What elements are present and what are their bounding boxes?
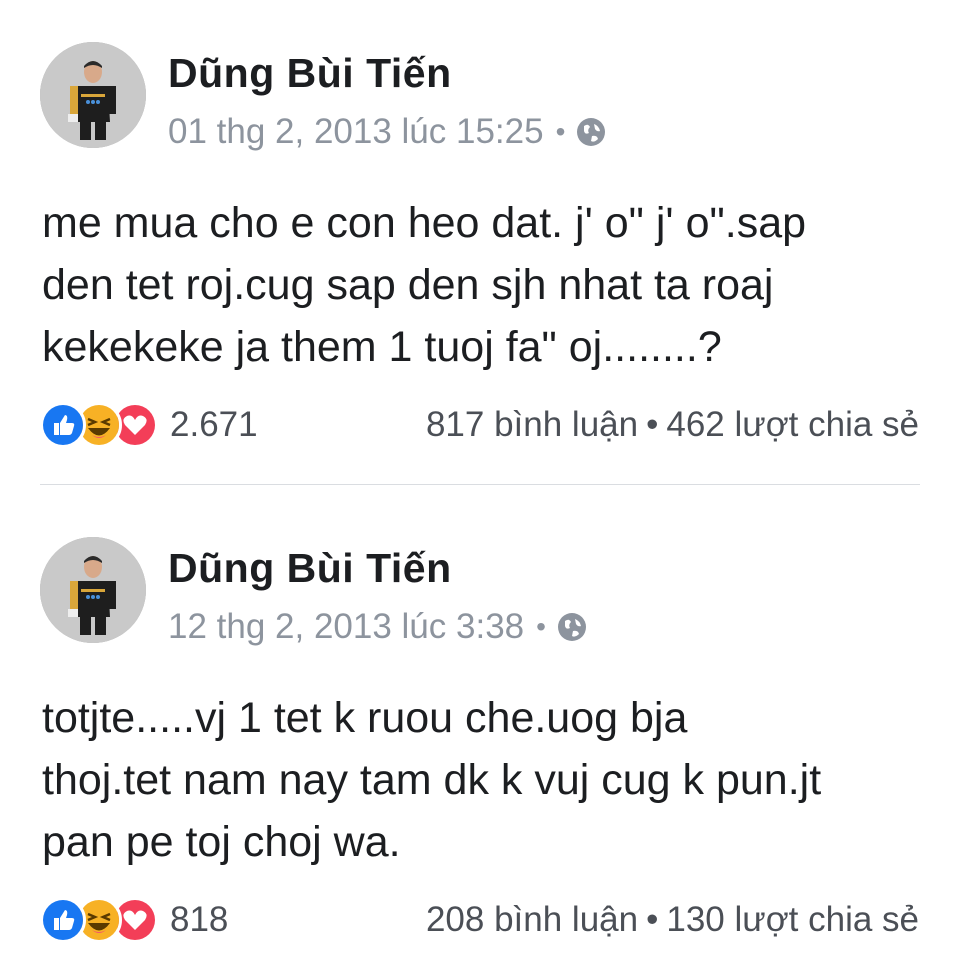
post-timestamp[interactable]: 12 thg 2, 2013 lúc 3:38 [168,607,524,647]
reaction-count[interactable]: 2.671 [170,405,258,445]
post-meta: 01 thg 2, 2013 lúc 15:25 • [168,112,607,152]
avatar[interactable] [40,42,146,148]
comment-count[interactable]: 817 bình luận [426,405,638,444]
post-text-line: me mua cho e con heo dat. j' o" j' o".sa… [42,199,807,247]
share-count[interactable]: 462 lượt chia sẻ [666,405,919,444]
post-timestamp[interactable]: 01 thg 2, 2013 lúc 15:25 [168,112,544,152]
post-text-line: totjte.....vj 1 tet k ruou che.uog bja [42,694,688,742]
share-count[interactable]: 130 lượt chia sẻ [666,900,919,939]
post-text-line: thoj.tet nam nay tam dk k vuj cug k pun.… [42,756,822,804]
engagement-stats: 817 bình luận • 462 lượt chia sẻ [426,405,919,445]
author-name[interactable]: Dũng Bùi Tiến [168,545,452,592]
globe-icon[interactable] [556,611,588,643]
stats-separator: • [646,900,659,939]
comment-count[interactable]: 208 bình luận [426,900,638,939]
like-icon [40,402,86,448]
author-name[interactable]: Dũng Bùi Tiến [168,50,452,97]
reactions-summary[interactable]: 2.671 [40,402,258,448]
like-icon [40,897,86,943]
stats-separator: • [646,405,659,444]
post-divider [40,484,920,485]
post-text-line: pan pe toj choj wa. [42,818,401,866]
post-text-line: kekekeke ja them 1 tuoj fa" oj........? [42,323,722,371]
meta-separator: • [536,611,546,642]
globe-icon[interactable] [575,116,607,148]
avatar[interactable] [40,537,146,643]
meta-separator: • [555,116,566,147]
post-text: me mua cho e con heo dat. j' o" j' o".sa… [42,192,942,378]
post-meta: 12 thg 2, 2013 lúc 3:38 • [168,607,588,647]
reaction-count[interactable]: 818 [170,900,228,940]
reactions-summary[interactable]: 818 [40,897,228,943]
engagement-stats: 208 bình luận • 130 lượt chia sẻ [426,900,919,940]
post-text-line: den tet roj.cug sap den sjh nhat ta roaj [42,261,774,309]
post-text: totjte.....vj 1 tet k ruou che.uog bja t… [42,687,942,873]
